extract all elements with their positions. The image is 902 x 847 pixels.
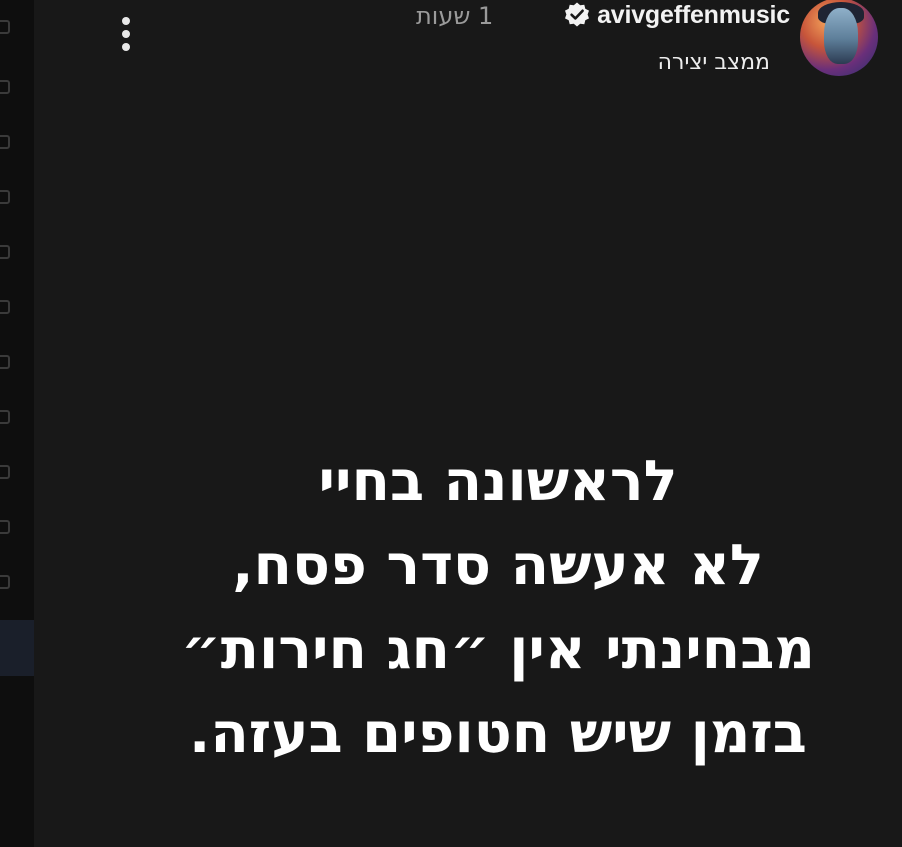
- story-text-line: לא אעשה סדר פסח,: [232, 533, 764, 598]
- more-options-button[interactable]: [112, 12, 140, 56]
- story-text-line: לראשונה בחיי: [318, 449, 678, 514]
- avatar[interactable]: [800, 0, 878, 76]
- sidebar-icon[interactable]: [0, 80, 10, 94]
- sidebar-icon[interactable]: [0, 410, 10, 424]
- sidebar-icon[interactable]: [0, 300, 10, 314]
- story-subtitle[interactable]: ממצב יצירה: [658, 50, 770, 75]
- left-sidebar: [0, 0, 34, 847]
- story-text-line: מבחינתי אין ״חג חירות״: [181, 617, 815, 682]
- sidebar-icon[interactable]: [0, 245, 10, 259]
- story-header: avivgeffenmusic: [563, 0, 790, 30]
- sidebar-icon[interactable]: [0, 355, 10, 369]
- sidebar-active-item[interactable]: [0, 620, 34, 676]
- story-viewer: 1 שעות avivgeffenmusic ממצב יצירה לראשונ…: [34, 0, 902, 847]
- more-vertical-icon: [122, 43, 130, 51]
- sidebar-icon[interactable]: [0, 135, 10, 149]
- more-vertical-icon: [122, 17, 130, 25]
- more-vertical-icon: [122, 30, 130, 38]
- sidebar-icon[interactable]: [0, 190, 10, 204]
- story-text: לראשונה בחיי לא אעשה סדר פסח, מבחינתי אי…: [98, 440, 898, 776]
- story-text-line: בזמן שיש חטופים בעזה.: [189, 701, 807, 766]
- story-timestamp: 1 שעות: [416, 2, 494, 30]
- story-username[interactable]: avivgeffenmusic: [597, 1, 790, 30]
- sidebar-icon[interactable]: [0, 465, 10, 479]
- sidebar-icon[interactable]: [0, 575, 10, 589]
- sidebar-icon[interactable]: [0, 20, 10, 34]
- verified-badge-icon: [565, 2, 590, 27]
- sidebar-icon[interactable]: [0, 520, 10, 534]
